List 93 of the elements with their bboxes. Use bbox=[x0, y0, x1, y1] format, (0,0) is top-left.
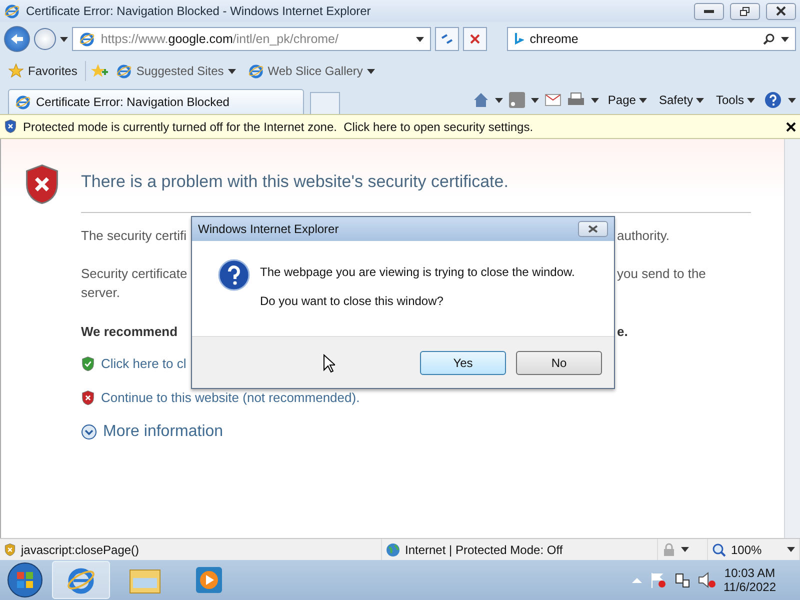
caret-icon bbox=[788, 98, 796, 102]
recommendation-text: We recommend bbox=[81, 323, 178, 341]
restore-icon bbox=[740, 6, 750, 16]
safe-shield-icon bbox=[81, 356, 95, 372]
paragraph-text: server. bbox=[81, 284, 120, 302]
caret-icon bbox=[681, 547, 689, 552]
globe-icon bbox=[386, 542, 400, 556]
expand-icon bbox=[81, 424, 97, 440]
pointer-icon bbox=[323, 354, 335, 373]
home-icon[interactable] bbox=[472, 92, 489, 108]
caret-icon bbox=[787, 547, 795, 552]
recommendation-text: e. bbox=[617, 323, 628, 341]
close-icon bbox=[776, 6, 786, 16]
browser-icon bbox=[66, 565, 96, 595]
error-heading: There is a problem with this website's security certificate. bbox=[81, 172, 751, 213]
menu-button[interactable]: Tools bbox=[712, 93, 758, 107]
feed-icon[interactable] bbox=[508, 92, 525, 108]
caret-icon bbox=[530, 98, 539, 102]
browser-icon bbox=[78, 31, 95, 47]
forward-button[interactable] bbox=[34, 28, 56, 50]
caret-icon bbox=[416, 36, 424, 42]
menu-button[interactable]: Page bbox=[604, 93, 650, 107]
paragraph-text: authority. bbox=[617, 227, 670, 245]
dialog-question: Do you want to close this window? bbox=[260, 294, 444, 308]
clock-date: 11/6/2022 bbox=[724, 580, 776, 594]
history-caret-icon bbox=[60, 36, 68, 42]
page-link[interactable]: Continue to this website (not recommended). bbox=[81, 388, 360, 407]
star-icon bbox=[8, 63, 24, 79]
dialog-button[interactable]: No bbox=[516, 350, 602, 374]
search-field[interactable]: chreome bbox=[506, 27, 796, 51]
caret-icon bbox=[747, 98, 755, 102]
browser-icon bbox=[248, 63, 264, 79]
zoom-icon[interactable] bbox=[712, 542, 726, 556]
clock-time: 10:03 AM bbox=[724, 566, 776, 580]
browser-icon bbox=[15, 94, 31, 110]
close-icon bbox=[588, 225, 598, 233]
caret-icon bbox=[366, 68, 375, 74]
warning-shield-icon bbox=[4, 542, 16, 556]
stop-button[interactable] bbox=[462, 27, 487, 51]
close-icon[interactable] bbox=[786, 122, 796, 132]
shield-icon bbox=[4, 119, 17, 134]
mail-icon[interactable] bbox=[544, 94, 561, 106]
error-shield-icon bbox=[23, 163, 61, 206]
caret-icon bbox=[638, 98, 647, 102]
add-favorite-icon[interactable] bbox=[90, 63, 108, 79]
page-link[interactable]: Click here to cl bbox=[81, 354, 186, 373]
more-info-link[interactable]: More information bbox=[81, 422, 224, 441]
status-url: javascript:closePage() bbox=[21, 542, 140, 556]
minimize-icon bbox=[704, 10, 714, 12]
flag-icon[interactable] bbox=[650, 572, 666, 588]
favorites-link[interactable]: Web Slice Gallery bbox=[244, 63, 379, 79]
favorites-link[interactable]: Suggested Sites bbox=[112, 63, 240, 79]
restore-button[interactable] bbox=[730, 2, 760, 20]
network-icon[interactable] bbox=[674, 572, 690, 588]
close-button[interactable] bbox=[578, 221, 608, 237]
stop-icon bbox=[470, 34, 480, 44]
dialog-title: Windows Internet Explorer bbox=[198, 222, 339, 236]
close-button[interactable] bbox=[766, 2, 796, 20]
zoom-level[interactable]: 100% bbox=[731, 542, 762, 556]
dialog-button[interactable]: Yes bbox=[420, 350, 506, 374]
caret-icon bbox=[696, 98, 704, 102]
info-bar-message: Protected mode is currently turned off for the Internet zone. Click here to open security settings. bbox=[23, 120, 534, 134]
dialog-message: The webpage you are viewing is trying to close the window. bbox=[260, 265, 575, 279]
media-player-icon bbox=[195, 566, 223, 594]
caret-icon bbox=[781, 36, 789, 42]
browser-tab[interactable]: Certificate Error: Navigation Blocked bbox=[8, 89, 304, 114]
favorites-button[interactable]: Favorites bbox=[4, 63, 82, 79]
window-title: Certificate Error: Navigation Blocked - Windows Internet Explorer bbox=[26, 4, 372, 18]
back-button[interactable] bbox=[4, 26, 30, 52]
paragraph-text: you send to the bbox=[617, 265, 706, 283]
caret-icon bbox=[590, 98, 599, 102]
search-icon bbox=[763, 33, 775, 45]
minimize-button[interactable] bbox=[694, 2, 724, 20]
scrollbar[interactable] bbox=[784, 139, 800, 538]
caret-icon bbox=[228, 68, 236, 74]
security-zone: Internet | Protected Mode: Off bbox=[405, 542, 563, 556]
question-icon bbox=[218, 259, 250, 291]
error-shield-icon bbox=[81, 390, 95, 406]
back-arrow-icon bbox=[10, 33, 24, 45]
taskbar-button[interactable] bbox=[52, 561, 110, 599]
info-bar[interactable]: Protected mode is currently turned off for the Internet zone. Click here to open security settings. bbox=[0, 114, 800, 139]
search-engine-icon bbox=[514, 32, 524, 46]
address-field[interactable]: https://www.google.com/intl/en_pk/chrome/ bbox=[72, 27, 431, 51]
help-icon[interactable] bbox=[764, 91, 782, 109]
menu-button[interactable]: Safety bbox=[656, 93, 707, 107]
paragraph-text: The security certifi bbox=[81, 227, 186, 245]
browser-icon bbox=[116, 63, 132, 79]
speaker-icon[interactable] bbox=[698, 572, 716, 588]
paragraph-text: Security certificate bbox=[81, 265, 188, 283]
print-icon[interactable] bbox=[566, 92, 585, 108]
caret-icon bbox=[494, 98, 503, 102]
browser-icon bbox=[4, 3, 20, 19]
refresh-button[interactable] bbox=[434, 27, 459, 51]
